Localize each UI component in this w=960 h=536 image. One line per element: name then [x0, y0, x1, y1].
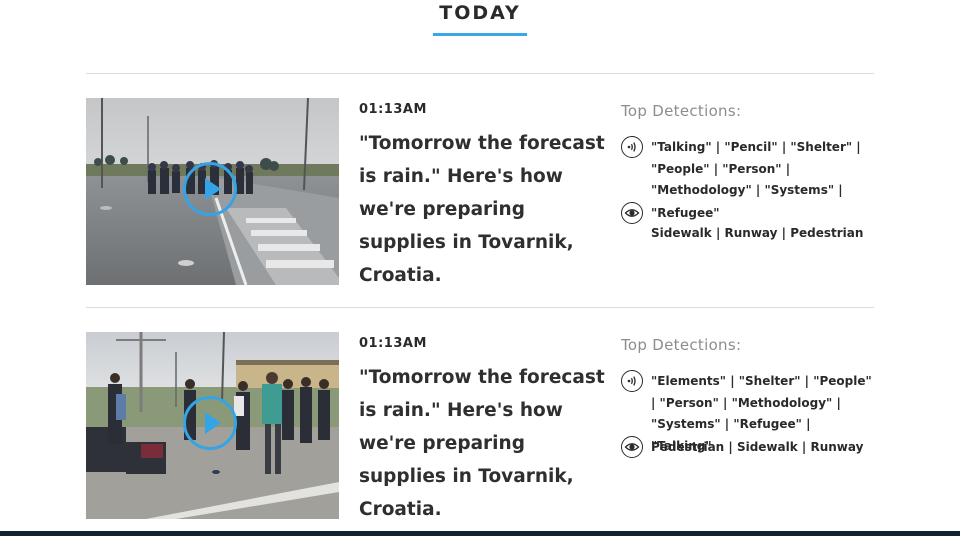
eye-icon — [621, 436, 643, 458]
divider — [86, 73, 874, 74]
bottom-strip — [0, 531, 960, 536]
divider — [86, 307, 874, 308]
play-icon[interactable] — [183, 396, 237, 450]
timestamp: 01:13AM — [359, 102, 427, 117]
play-icon[interactable] — [183, 162, 237, 216]
video-thumbnail[interactable] — [86, 332, 339, 519]
story-card: 01:13AM "Tomorrow the forecast is rain."… — [86, 332, 874, 520]
story-title[interactable]: "Tomorrow the forecast is rain." Here's … — [359, 361, 611, 526]
section-heading: TODAY — [439, 2, 521, 24]
visual-detections-text: "Refugee" — [651, 206, 720, 220]
video-thumbnail[interactable] — [86, 98, 339, 285]
audio-waves-icon — [621, 370, 643, 392]
audio-detections-text: "Talking" | "Pencil" | "Shelter" | "Peop… — [651, 140, 861, 197]
page: TODAY 01:13AM "Tomorrow the forecast is … — [0, 0, 960, 536]
eye-icon — [621, 202, 643, 224]
scene-detections-text: Sidewalk | Runway | Pedestrian — [651, 226, 864, 240]
detections-heading: Top Detections: — [621, 102, 742, 120]
timestamp: 01:13AM — [359, 336, 427, 351]
story-title[interactable]: "Tomorrow the forecast is rain." Here's … — [359, 127, 611, 292]
visual-detections-text: Pedestrian | Sidewalk | Runway — [651, 440, 864, 454]
detections-heading: Top Detections: — [621, 336, 742, 354]
story-card: 01:13AM "Tomorrow the forecast is rain."… — [86, 98, 874, 286]
audio-waves-icon — [621, 136, 643, 158]
heading-underline — [433, 33, 527, 36]
